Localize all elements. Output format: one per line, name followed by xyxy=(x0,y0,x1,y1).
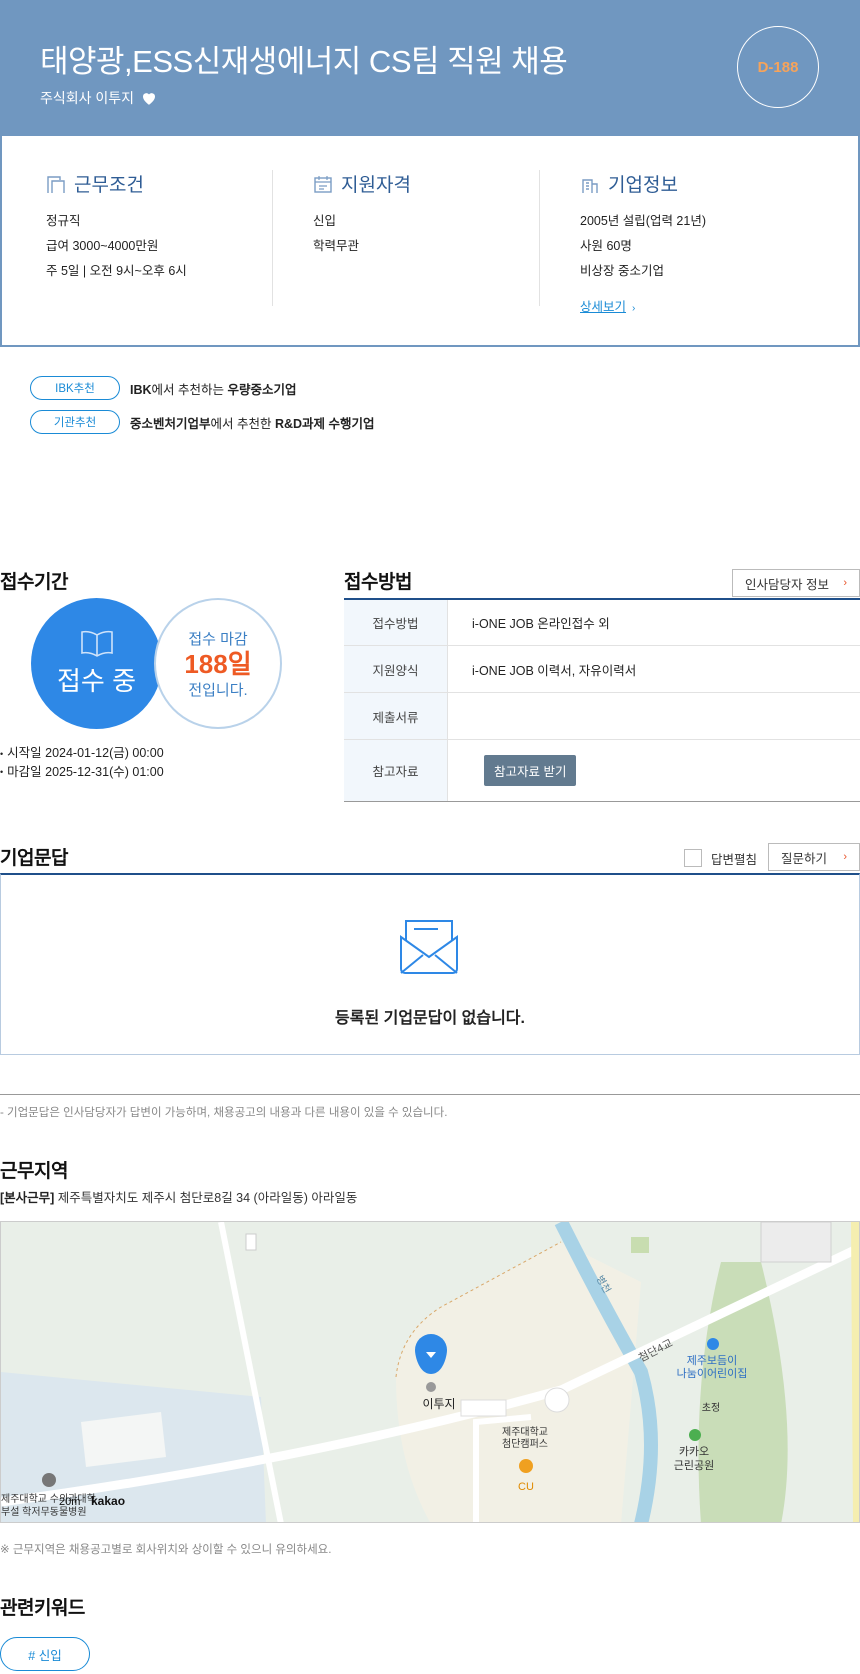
map-label: 첨단캠퍼스 xyxy=(502,1438,548,1450)
hr-contact-button[interactable]: 인사담당자 정보 › xyxy=(732,569,860,597)
qualifications-title: 지원자격 xyxy=(313,170,553,197)
location-title: 근무지역 xyxy=(0,1161,68,1182)
work-conditions-title: 근무조건 xyxy=(46,170,286,197)
table-row: 참고자료 참고자료 받기 xyxy=(344,740,860,801)
keywords-title: 관련키워드 xyxy=(0,1598,85,1619)
company-info: 기업정보 2005년 설립(업력 21년) 사원 60명 비상장 중소기업 상세… xyxy=(580,170,820,316)
company-name-row: 주식회사 이투지 xyxy=(40,88,158,108)
method-table: 접수방법 i-ONE JOB 온라인접수 외 지원양식 i-ONE JOB 이력… xyxy=(344,598,860,802)
map-scale: 20m xyxy=(59,1496,80,1508)
keyword-chip[interactable]: # 신입 xyxy=(0,1637,90,1671)
location-map[interactable]: 이투지 제주대학교 첨단캠퍼스 CU 첨단4교 병천 제주보듬이 나눔이어린이집… xyxy=(0,1221,860,1523)
deadline-label: 접수 마감 xyxy=(188,630,248,648)
company-detail-link[interactable]: 상세보기 › xyxy=(580,296,635,315)
office-icon xyxy=(582,178,598,193)
chevron-right-icon: › xyxy=(632,303,636,314)
divider xyxy=(272,170,273,306)
table-row: 접수방법 i-ONE JOB 온라인접수 외 xyxy=(344,600,860,646)
company-line: 비상장 중소기업 xyxy=(580,264,664,278)
qual-line: 학력무관 xyxy=(313,239,360,253)
expand-answers-label[interactable]: 답변펼침 xyxy=(711,849,757,868)
company-line: 사원 60명 xyxy=(580,239,632,253)
job-summary-box: 근무조건 정규직 급여 3000~4000만원 주 5일 | 오전 9시~오후 … xyxy=(0,136,860,347)
qual-line: 신입 xyxy=(313,214,337,228)
building-icon xyxy=(47,175,65,193)
map-note: ※ 근무지역은 채용공고별로 회사위치와 상이할 수 있으니 유의하세요. xyxy=(0,1544,332,1556)
qa-note: - 기업문답은 인사담당자가 답변이 가능하며, 채용공고의 내용과 다른 내용… xyxy=(0,1107,448,1119)
chevron-right-icon: › xyxy=(843,851,847,863)
period-dates: 시작일 2024-01-12(금) 00:00 마감일 2025-12-31(수… xyxy=(0,744,164,781)
method-title: 접수방법 xyxy=(344,572,412,593)
work-line: 주 5일 | 오전 9시~오후 6시 xyxy=(46,264,187,278)
work-line: 급여 3000~4000만원 xyxy=(46,239,159,253)
recommend-text: 중소벤처기업부에서 추천한 R&D과제 수행기업 xyxy=(130,416,375,431)
map-label: 카카오 xyxy=(679,1445,709,1458)
divider xyxy=(539,170,540,306)
recommend-row: IBK추천 IBK에서 추천하는 우량중소기업 xyxy=(30,376,297,400)
map-label: 근린공원 xyxy=(674,1459,714,1472)
ibk-tag: IBK추천 xyxy=(30,376,120,400)
divider xyxy=(0,1094,860,1095)
status-circle: 접수 중 xyxy=(31,598,162,729)
company-name[interactable]: 주식회사 이투지 xyxy=(40,88,134,108)
agency-tag: 기관추천 xyxy=(30,410,120,434)
ask-question-button[interactable]: 질문하기 › xyxy=(768,843,860,871)
table-row: 지원양식 i-ONE JOB 이력서, 자유이력서 xyxy=(344,646,860,693)
company-info-title: 기업정보 xyxy=(580,170,820,197)
address: [본사근무] 제주특별자치도 제주시 첨단로8길 34 (아라일동) 아라일동 xyxy=(0,1191,358,1205)
map-canvas[interactable]: 이투지 제주대학교 첨단캠퍼스 CU 첨단4교 병천 제주보듬이 나눔이어린이집… xyxy=(1,1222,860,1523)
map-label: CU xyxy=(518,1481,534,1493)
recommend-text: IBK에서 추천하는 우량중소기업 xyxy=(130,382,297,397)
deadline-circle: 접수 마감 188일 전입니다. xyxy=(154,598,282,729)
qa-title: 기업문답 xyxy=(0,848,68,869)
dday-badge: D-188 xyxy=(737,26,819,108)
map-label: 나눔이어린이집 xyxy=(677,1367,748,1380)
status-text: 접수 중 xyxy=(57,666,136,696)
map-label: 초정 xyxy=(702,1402,720,1414)
deadline-suffix: 전입니다. xyxy=(188,681,248,699)
reference-download-button[interactable]: 참고자료 받기 xyxy=(484,755,577,786)
company-line: 2005년 설립(업력 21년) xyxy=(580,214,706,228)
deadline-days: 188일 xyxy=(184,648,252,679)
qa-empty-message: 등록된 기업문답이 없습니다. xyxy=(335,1010,525,1027)
work-conditions: 근무조건 정규직 급여 3000~4000만원 주 5일 | 오전 9시~오후 … xyxy=(46,170,286,284)
chevron-right-icon: › xyxy=(843,577,847,589)
map-label: 제주대학교 수의과대학 xyxy=(1,1493,96,1505)
end-date: 마감일 2025-12-31(수) 01:00 xyxy=(0,763,164,782)
map-label: 제주대학교 xyxy=(502,1426,548,1438)
table-row: 제출서류 xyxy=(344,693,860,740)
recommend-row: 기관추천 중소벤처기업부에서 추천한 R&D과제 수행기업 xyxy=(30,410,375,434)
qualifications: 지원자격 신입 학력무관 xyxy=(313,170,553,259)
envelope-icon xyxy=(400,920,458,974)
book-icon xyxy=(80,630,113,657)
period-title: 접수기간 xyxy=(0,572,68,593)
map-brand-logo: kakao xyxy=(91,1494,125,1508)
work-line: 정규직 xyxy=(46,214,81,228)
start-date: 시작일 2024-01-12(금) 00:00 xyxy=(0,744,164,763)
map-label-marker: 이투지 xyxy=(422,1397,455,1411)
job-title: 태양광,ESS신재생에너지 CS팀 직원 채용 xyxy=(40,44,568,79)
calendar-icon xyxy=(314,175,332,193)
heart-icon[interactable] xyxy=(140,89,158,107)
map-label: 제주보듬이 xyxy=(687,1354,738,1367)
expand-answers-checkbox[interactable] xyxy=(684,849,702,867)
